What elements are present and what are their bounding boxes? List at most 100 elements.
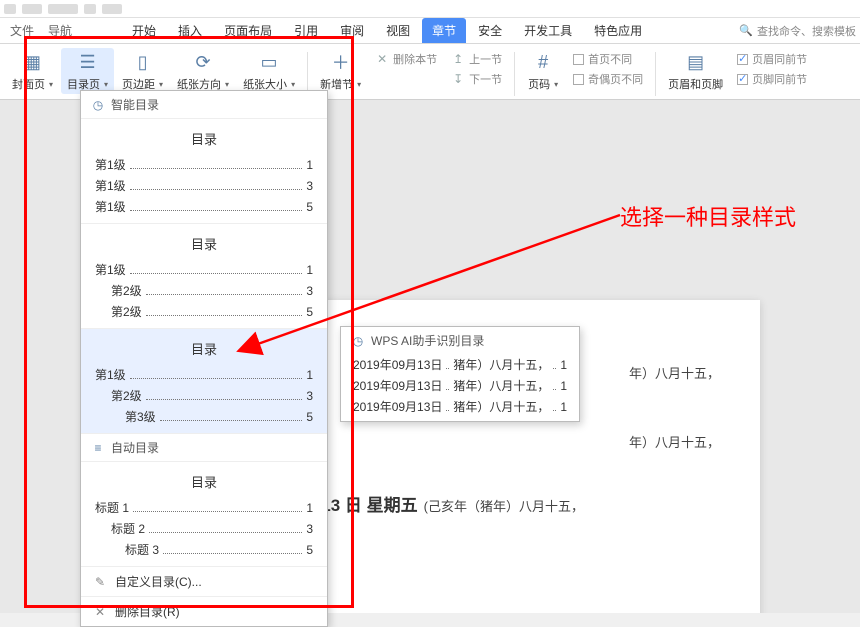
new-section-button[interactable]: ＋ 新增节	[314, 48, 367, 94]
ai-toc-row[interactable]: 2019年09月13日猪年）八月十五，1	[341, 375, 579, 396]
orientation-button[interactable]: ⟳ 纸张方向	[171, 48, 235, 94]
toc-row-label: 第2级	[111, 282, 142, 299]
toc-row-page: 1	[306, 501, 313, 515]
doc-text: 年）八月十五，	[629, 360, 720, 389]
toc-preview-row: 第1级5	[81, 196, 327, 217]
toc-preview-row: 标题 2 3	[81, 518, 327, 539]
orient-icon: ⟳	[192, 50, 214, 74]
oddeven-label: 奇偶页不同	[588, 71, 643, 87]
delsec-label: 删除本节	[393, 51, 437, 67]
tab-chapter[interactable]: 章节	[422, 18, 466, 43]
ai-row-date: 2019年09月13日	[353, 398, 442, 415]
toc-row-dots	[146, 315, 303, 316]
down-icon: ↧	[451, 72, 465, 86]
separator	[514, 52, 515, 96]
page-number-button[interactable]: # 页码	[521, 48, 565, 94]
margin-icon: ▯	[132, 50, 154, 74]
ai-toc-row[interactable]: 2019年09月13日猪年）八月十五，1	[341, 396, 579, 417]
toc-preview-row: 第1级 1	[81, 364, 327, 385]
delete-section-button[interactable]: ✕删除本节	[373, 50, 439, 68]
ai-row-text: 猪年）八月十五，	[453, 398, 549, 415]
toc-preview-title: 目录	[81, 125, 327, 154]
toc-preview-row: 第2级 3	[81, 385, 327, 406]
cover-label: 封面页	[12, 76, 53, 92]
next-section-button[interactable]: ↧ 下一节	[449, 70, 504, 88]
toc-row-label: 第1级	[95, 366, 126, 383]
tab-nav[interactable]: 导航	[42, 18, 78, 43]
delete-toc-button[interactable]: ✕ 删除目录(R)	[81, 596, 327, 626]
margin-button[interactable]: ▯ 页边距	[116, 48, 169, 94]
prev-section-button[interactable]: ↥上一节	[449, 50, 504, 68]
toc-row-dots	[146, 399, 303, 400]
toc-preview-row: 第2级3	[81, 280, 327, 301]
newsec-icon: ＋	[330, 50, 352, 74]
header-footer-button[interactable]: ▤ 页眉和页脚	[662, 48, 729, 94]
ai-row-page: 1	[560, 358, 567, 372]
toc-row-label: 第3级	[125, 408, 156, 425]
toc-row-label: 第2级	[111, 387, 142, 404]
ai-row-dots	[446, 368, 449, 369]
toc-row-page: 1	[306, 368, 313, 382]
odd-even-diff-checkbox[interactable]: 奇偶页不同	[571, 70, 645, 88]
toc-row-label: 标题 1	[95, 499, 129, 516]
doc-text: (己亥年（猪年）八月十五，	[424, 493, 584, 522]
tab-refs[interactable]: 引用	[284, 18, 328, 43]
toc-row-label: 第1级	[95, 261, 126, 278]
ai-row-dots	[446, 410, 449, 411]
toc-preview-row: 第2级5	[81, 301, 327, 322]
toc-row-dots	[130, 210, 303, 211]
first-page-diff-checkbox[interactable]: 首页不同	[571, 50, 645, 68]
cover-page-button[interactable]: ▦ 封面页	[6, 48, 59, 94]
tab-file[interactable]: 文件	[4, 18, 40, 43]
toc-row-page: 3	[306, 522, 313, 536]
toc-style-1[interactable]: 目录第1级1第1级3第1级5	[81, 118, 327, 223]
toc-preview-title: 目录	[81, 230, 327, 259]
toc-row-dots	[130, 273, 303, 274]
footer-same-prev-checkbox[interactable]: 页脚同前节	[735, 70, 809, 88]
header-prev-label: 页眉同前节	[752, 51, 807, 67]
tab-view[interactable]: 视图	[376, 18, 420, 43]
header-same-prev-checkbox[interactable]: 页眉同前节	[735, 50, 809, 68]
toc-preview-title: 目录	[81, 335, 327, 364]
toc-preview-row: 第1级1	[81, 259, 327, 280]
custom-toc-button[interactable]: ✎ 自定义目录(C)...	[81, 566, 327, 596]
tab-security[interactable]: 安全	[468, 18, 512, 43]
ai-row-page: 1	[560, 379, 567, 393]
search-placeholder[interactable]: 查找命令、搜索模板	[757, 23, 856, 39]
auto-toc-label: 自动目录	[111, 439, 159, 456]
toc-page-button[interactable]: ☰ 目录页	[61, 48, 114, 94]
clock-icon: ◷	[91, 98, 105, 112]
tab-insert[interactable]: 插入	[168, 18, 212, 43]
ai-row-dots	[553, 368, 556, 369]
toc-style-auto[interactable]: 目录标题 11标题 23标题 35	[81, 461, 327, 566]
search-icon: 🔍	[739, 24, 753, 38]
toc-row-label: 标题 2	[111, 520, 145, 537]
tab-review[interactable]: 审阅	[330, 18, 374, 43]
tab-special[interactable]: 特色应用	[584, 18, 652, 43]
nextsec-label: 下一节	[469, 71, 502, 87]
toc-style-2[interactable]: 目录第1级1第2级3第2级5	[81, 223, 327, 328]
checkbox-icon	[737, 74, 748, 85]
ai-row-text: 猪年）八月十五，	[453, 356, 549, 373]
tab-home[interactable]: 开始	[122, 18, 166, 43]
ai-row-date: 2019年09月13日	[353, 377, 442, 394]
paper-size-button[interactable]: ▭ 纸张大小	[237, 48, 301, 94]
edit-icon: ✎	[93, 575, 107, 589]
menu-tabs: 文件 导航 开始 插入 页面布局 引用 审阅 视图 章节 安全 开发工具 特色应…	[0, 18, 860, 44]
prevsec-label: 上一节	[469, 51, 502, 67]
tab-layout[interactable]: 页面布局	[214, 18, 282, 43]
toc-row-page: 5	[306, 410, 313, 424]
size-icon: ▭	[258, 50, 280, 74]
toc-icon: ☰	[77, 50, 99, 74]
toc-style-3[interactable]: 目录第1级 1 第2级 3 第3级 5	[81, 328, 327, 433]
toc-row-page: 1	[306, 158, 313, 172]
toc-row-dots	[149, 532, 302, 533]
cover-icon: ▦	[22, 50, 44, 74]
smart-toc-label: 智能目录	[111, 96, 159, 113]
ai-toc-row[interactable]: 2019年09月13日猪年）八月十五，1	[341, 354, 579, 375]
toc-row-page: 3	[306, 179, 313, 193]
toc-row-page: 5	[306, 543, 313, 557]
checkbox-icon	[737, 54, 748, 65]
tab-dev[interactable]: 开发工具	[514, 18, 582, 43]
toc-row-page: 3	[306, 389, 313, 403]
